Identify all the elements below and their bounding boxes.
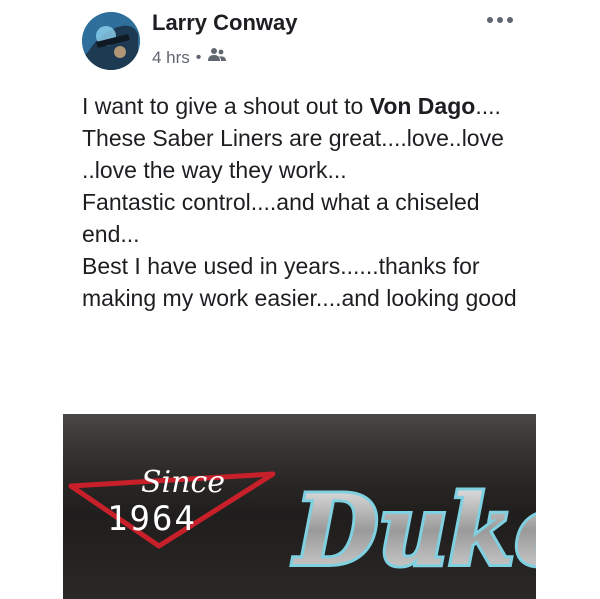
more-options-icon[interactable] bbox=[484, 10, 516, 30]
post-paragraph: These Saber Liners are great....love..lo… bbox=[82, 125, 504, 183]
post-meta: 4 hrs • bbox=[152, 47, 227, 68]
brand-text: Duke bbox=[292, 474, 536, 587]
mention-link[interactable]: Von Dago bbox=[370, 93, 476, 119]
duke-logo-image: Since 1964 Duke bbox=[63, 414, 536, 599]
facebook-post: Larry Conway 4 hrs • I want to give a sh… bbox=[0, 0, 600, 599]
year-text: 1964 bbox=[107, 499, 197, 539]
friends-icon[interactable] bbox=[207, 47, 227, 68]
post-image[interactable]: Since 1964 Duke bbox=[63, 414, 536, 599]
post-text-segment: .... bbox=[475, 93, 501, 119]
post-body: I want to give a shout out to Von Dago..… bbox=[82, 90, 532, 314]
avatar[interactable] bbox=[82, 12, 140, 70]
post-paragraph: Best I have used in years......thanks fo… bbox=[82, 253, 517, 311]
author-name[interactable]: Larry Conway bbox=[152, 10, 298, 36]
post-text-segment: I want to give a shout out to bbox=[82, 93, 370, 119]
since-text: Since bbox=[141, 465, 225, 500]
post-paragraph: Fantastic control....and what a chiseled… bbox=[82, 189, 480, 247]
post-paragraph: I want to give a shout out to Von Dago..… bbox=[82, 90, 532, 122]
post-timestamp[interactable]: 4 hrs bbox=[152, 48, 190, 68]
meta-separator: • bbox=[195, 48, 202, 66]
avatar-image bbox=[82, 12, 140, 70]
